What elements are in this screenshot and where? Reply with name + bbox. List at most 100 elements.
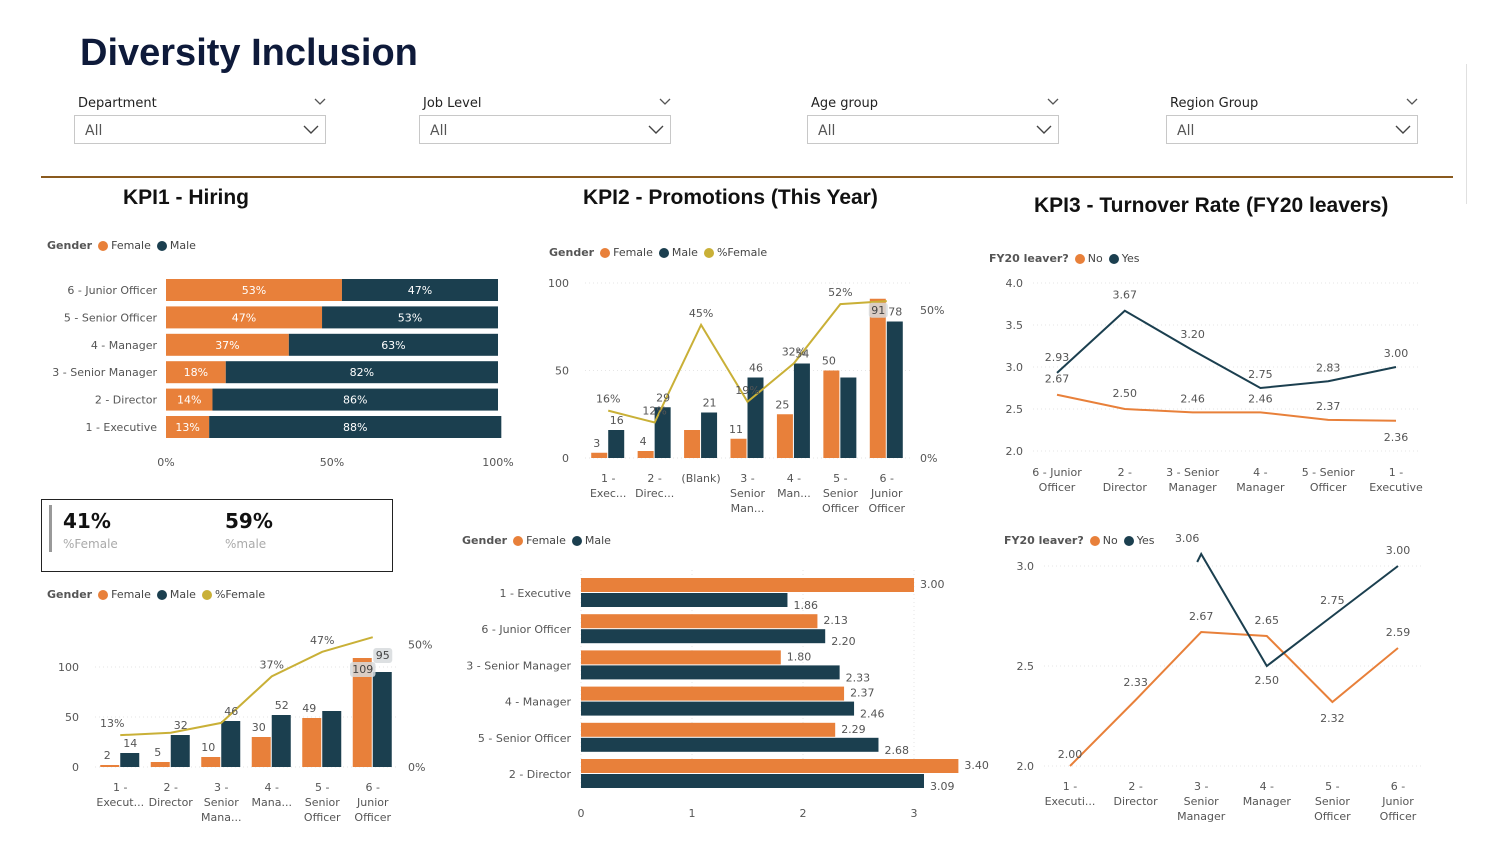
region-group-dropdown[interactable]: All [1166,115,1418,144]
age-group-dropdown[interactable]: All [807,115,1059,144]
male-dot-icon [571,535,582,546]
point-data-label: 2.37 [1316,400,1341,413]
x-axis-label: Senior [204,796,240,809]
male-dot-icon [156,240,167,251]
turnover-line-chart: 2.0 2.5 3.0 3.5 4.0 6 - Junior Officer 2 - Direc… [1006,277,1424,494]
legend-label: Female [613,246,653,259]
x-axis-label: Officer [1314,810,1351,823]
x-axis-label: Junior [1381,795,1414,808]
y-axis-tick: 0 [72,761,79,774]
legend-item-yes[interactable]: Yes [1108,252,1140,265]
female-column [591,452,608,458]
female-bar [581,578,914,592]
male-data-label: 32 [174,719,188,732]
x-axis-label: 5 - [315,781,329,794]
bar-data-label: 3.09 [930,780,955,793]
female-column [251,737,271,767]
point-data-label: 2.59 [1386,626,1411,639]
male-column [221,721,241,767]
turnover-line-chart-2: 2.0 2.5 3.0 1 - Executi... 2 - Director 3 - Seni… [1017,532,1424,823]
male-data-label: 46 [749,362,763,375]
legend-item-female[interactable]: Female [98,588,151,601]
chevron-down-icon[interactable] [1047,96,1059,108]
legend-label: Yes [1121,252,1140,265]
department-dropdown[interactable]: All [74,115,326,144]
y-axis-label: 6 - Junior Officer [67,284,157,297]
legend-item-male[interactable]: Male [571,534,611,547]
yes-series-line [1056,309,1397,390]
legend-label: Yes [1136,534,1155,547]
x-axis-label: Exec... [590,487,626,500]
x-axis-label: 4 - [787,472,801,485]
x-axis-label: Director [1113,795,1158,808]
legend-item-female[interactable]: Female [513,534,566,547]
male-column [840,377,857,458]
x-axis-label: 4 - [265,781,279,794]
point-data-label: 2.67 [1045,373,1070,386]
chevron-down-icon[interactable] [1406,96,1418,108]
chevron-down-icon[interactable] [314,96,326,108]
x-axis-label: Officer [354,811,391,824]
legend-item-no[interactable]: No [1074,252,1103,265]
male-column [372,672,392,767]
point-data-label: 3.67 [1113,289,1138,302]
pct-data-label: 12% [642,404,666,417]
female-column [100,765,120,767]
y-axis-label: 1 - Executive [499,587,571,600]
legend-item-male[interactable]: Male [156,588,196,601]
x-axis-label: 5 - [833,472,847,485]
legend-label: Male [169,588,196,601]
legend-item-pct-female[interactable]: %Female [201,588,266,601]
x-axis-label: Senior [305,796,341,809]
legend-item-female[interactable]: Female [600,246,653,259]
chevron-down-icon [1036,125,1052,134]
turnover2-legend: FY20 leaver? No Yes [1004,534,1160,547]
pct-data-label: 47% [310,634,334,647]
x-axis-label: Executi... [1045,795,1096,808]
x-axis-tick: 3 [911,807,918,820]
female-data-label: 49 [302,702,316,715]
point-data-label: 3.00 [1384,347,1409,360]
y-axis-label: 3 - Senior Manager [52,366,157,379]
yes-dot-icon [1108,253,1119,264]
point-data-label: 3.20 [1180,328,1205,341]
chevron-down-icon[interactable] [659,96,671,108]
x-axis-tick: 1 [689,807,696,820]
male-data-label: 29 [656,391,670,404]
yes-series-line [1196,551,1399,668]
legend-item-pct-female[interactable]: %Female [703,246,767,259]
legend-item-male[interactable]: Male [156,239,196,252]
point-data-label: 2.75 [1248,368,1273,381]
legend-item-male[interactable]: Male [658,246,698,259]
point-data-label: 2.46 [1180,392,1205,405]
x-axis-label: Junior [356,796,389,809]
x-axis-label: 3 - [214,781,228,794]
x-axis-label: 1 - [113,781,127,794]
legend-title: FY20 leaver? [1004,534,1084,547]
y2-axis-tick: 50% [920,304,944,317]
male-data-label: 21 [703,397,717,410]
x-axis-label: Senior [730,487,766,500]
job-level-dropdown[interactable]: All [419,115,671,144]
female-bar [581,614,818,629]
y-axis-label: 5 - Senior Officer [478,732,572,745]
x-axis-label: 5 - Senior [1302,466,1355,479]
x-axis-label: 6 - [880,472,894,485]
x-axis-label: 1 - [601,472,615,485]
legend-item-yes[interactable]: Yes [1123,534,1155,547]
point-data-label: 2.50 [1113,387,1138,400]
slicer-value: All [818,123,836,139]
y-axis-label: 6 - Junior Officer [481,623,571,636]
legend-item-no[interactable]: No [1089,534,1118,547]
female-column [869,298,886,458]
kpi2-title: KPI2 - Promotions (This Year) [583,186,878,209]
chevron-down-icon [303,125,319,134]
male-data-label: 46 [224,705,238,718]
x-axis-label: 1 - [1063,780,1077,793]
legend-label: %Female [214,588,266,601]
point-data-label: 2.75 [1320,594,1345,607]
legend-item-female[interactable]: Female [98,239,151,252]
y-axis-tick: 100 [58,661,79,674]
male-column [322,711,342,767]
bar-data-label: 2.29 [841,723,866,736]
